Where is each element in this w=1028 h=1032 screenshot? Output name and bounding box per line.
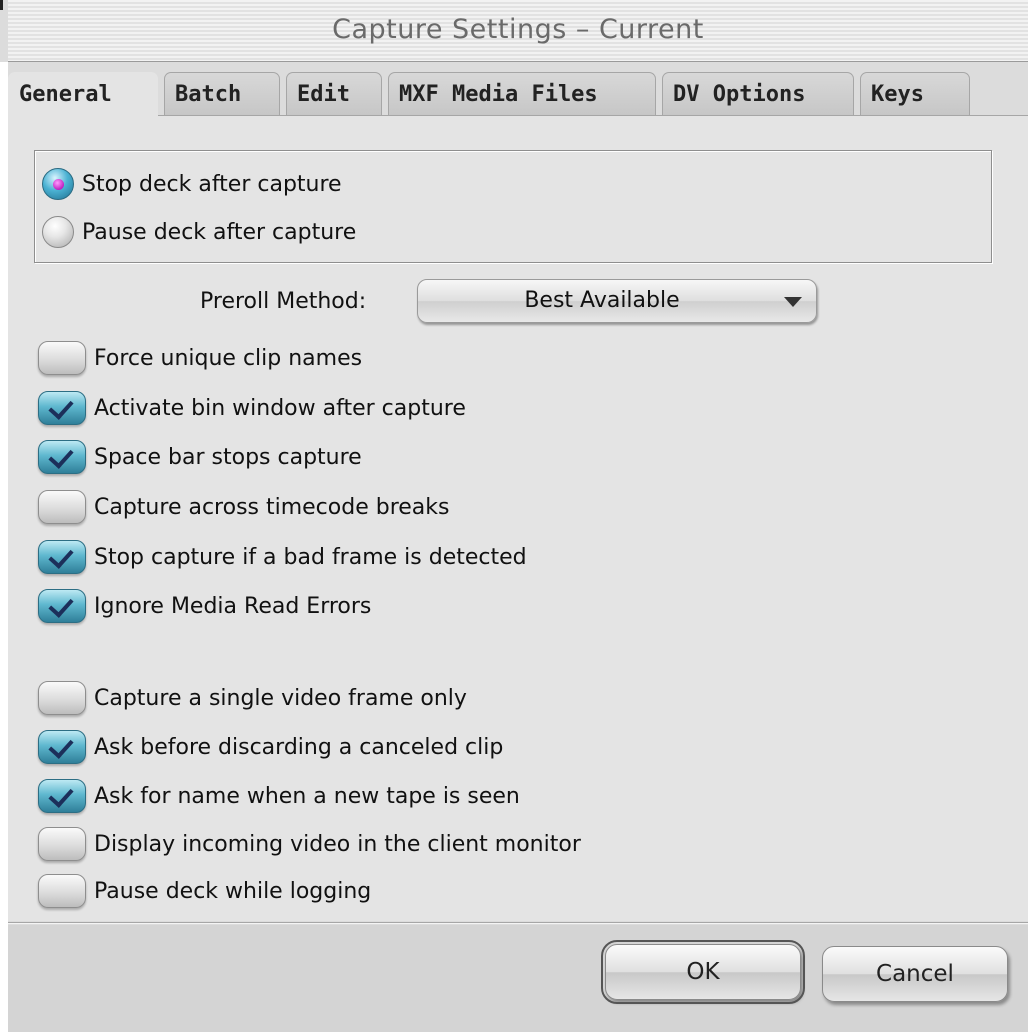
option-label: Ask before discarding a canceled clip (94, 734, 504, 760)
tab-keys-label: Keys (871, 82, 924, 107)
option-activate-bin-window[interactable]: Activate bin window after capture (38, 388, 466, 428)
option-ask-for-tape-name[interactable]: Ask for name when a new tape is seen (38, 776, 520, 816)
option-ask-before-discarding[interactable]: Ask before discarding a canceled clip (38, 727, 503, 767)
checkbox-checked[interactable] (38, 391, 86, 425)
checkbox[interactable] (38, 681, 86, 715)
checkbox[interactable] (38, 827, 86, 861)
checkbox[interactable] (38, 490, 86, 524)
window-corner (0, 0, 3, 10)
tab-edit[interactable]: Edit (286, 72, 382, 116)
option-label: Stop capture if a bad frame is detected (94, 544, 527, 570)
checkbox-checked[interactable] (38, 779, 86, 813)
tab-general-label: General (19, 82, 112, 107)
tab-edit-label: Edit (297, 82, 350, 107)
checkbox-checked[interactable] (38, 540, 86, 574)
tab-bar: General Batch Edit MXF Media Files DV Op… (8, 72, 1028, 118)
radio-pause-deck-label: Pause deck after capture (82, 219, 357, 245)
option-label: Ignore Media Read Errors (94, 593, 372, 619)
active-tab-gap (8, 114, 158, 117)
preroll-method-dropdown[interactable]: Best Available (417, 279, 817, 323)
checkbox[interactable] (38, 874, 86, 908)
option-label: Force unique clip names (94, 345, 363, 371)
option-label: Capture across timecode breaks (94, 494, 450, 520)
tab-mxf-media-files[interactable]: MXF Media Files (388, 72, 656, 116)
option-label: Space bar stops capture (94, 444, 362, 470)
checkbox-checked[interactable] (38, 440, 86, 474)
checkbox-checked[interactable] (38, 730, 86, 764)
cancel-button[interactable]: Cancel (822, 946, 1008, 1002)
radio-pause-deck[interactable]: Pause deck after capture (42, 212, 356, 252)
option-force-unique-clip-names[interactable]: Force unique clip names (38, 338, 362, 378)
radio-stop-deck[interactable]: Stop deck after capture (42, 164, 342, 204)
tab-mxf-media-files-label: MXF Media Files (399, 82, 598, 107)
radio-button-selected[interactable] (42, 168, 74, 200)
tab-dv-options-label: DV Options (673, 82, 806, 107)
option-space-bar-stops-capture[interactable]: Space bar stops capture (38, 437, 362, 477)
option-label: Ask for name when a new tape is seen (94, 783, 520, 809)
chevron-down-icon (784, 297, 802, 307)
option-stop-on-bad-frame[interactable]: Stop capture if a bad frame is detected (38, 537, 527, 577)
preroll-method-value: Best Available (524, 288, 680, 313)
option-ignore-media-read-errors[interactable]: Ignore Media Read Errors (38, 586, 371, 626)
tab-keys[interactable]: Keys (860, 72, 970, 116)
option-display-in-client-monitor[interactable]: Display incoming video in the client mon… (38, 824, 581, 864)
option-label: Pause deck while logging (94, 878, 372, 904)
tab-divider (8, 115, 1028, 116)
window-left-edge (0, 62, 8, 1032)
option-label: Activate bin window after capture (94, 395, 466, 421)
checkbox-checked[interactable] (38, 589, 86, 623)
option-capture-single-frame[interactable]: Capture a single video frame only (38, 678, 467, 718)
window-title: Capture Settings – Current (332, 14, 704, 45)
tab-batch[interactable]: Batch (164, 72, 280, 116)
ok-button[interactable]: OK (601, 940, 805, 1004)
title-bar[interactable]: Capture Settings – Current (8, 0, 1028, 62)
preroll-method-label: Preroll Method: (200, 289, 367, 314)
option-pause-deck-while-logging[interactable]: Pause deck while logging (38, 871, 371, 911)
checkbox[interactable] (38, 341, 86, 375)
option-label: Capture a single video frame only (94, 685, 467, 711)
radio-stop-deck-label: Stop deck after capture (82, 171, 342, 197)
footer-divider (8, 922, 1028, 924)
tab-dv-options[interactable]: DV Options (662, 72, 854, 116)
option-label: Display incoming video in the client mon… (94, 831, 581, 857)
option-capture-across-timecode-breaks[interactable]: Capture across timecode breaks (38, 487, 449, 527)
tab-batch-label: Batch (175, 82, 242, 107)
tab-general[interactable]: General (8, 72, 158, 118)
radio-button[interactable] (42, 216, 74, 248)
